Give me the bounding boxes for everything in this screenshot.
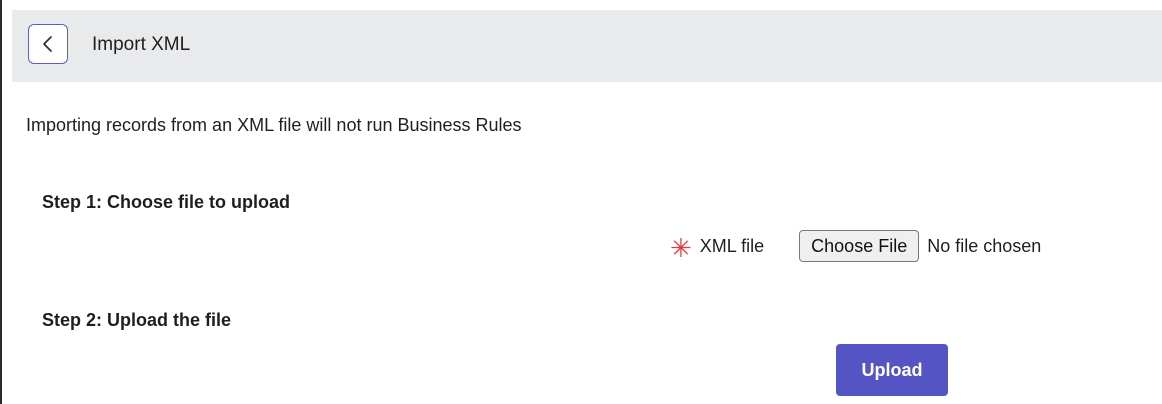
business-rules-notice: Importing records from an XML file will … [26, 115, 522, 135]
file-status-text: No file chosen [927, 236, 1042, 256]
chevron-left-icon [41, 34, 55, 54]
page-header: Import XML [12, 10, 1162, 82]
xml-file-label: XML file [699, 236, 765, 256]
asterisk-icon: ✳ [670, 233, 692, 263]
step1-heading: Step 1: Choose file to upload [42, 192, 291, 212]
choose-file-button[interactable]: Choose File [799, 230, 920, 262]
back-button[interactable] [28, 24, 68, 64]
step2-heading: Step 2: Upload the file [42, 310, 232, 330]
page-title: Import XML [92, 34, 191, 55]
xml-file-field: ✳ XML file Choose File No file chosen [670, 229, 1041, 263]
upload-button[interactable]: Upload [836, 344, 948, 396]
import-xml-page: Import XML Importing records from an XML… [0, 0, 1162, 404]
